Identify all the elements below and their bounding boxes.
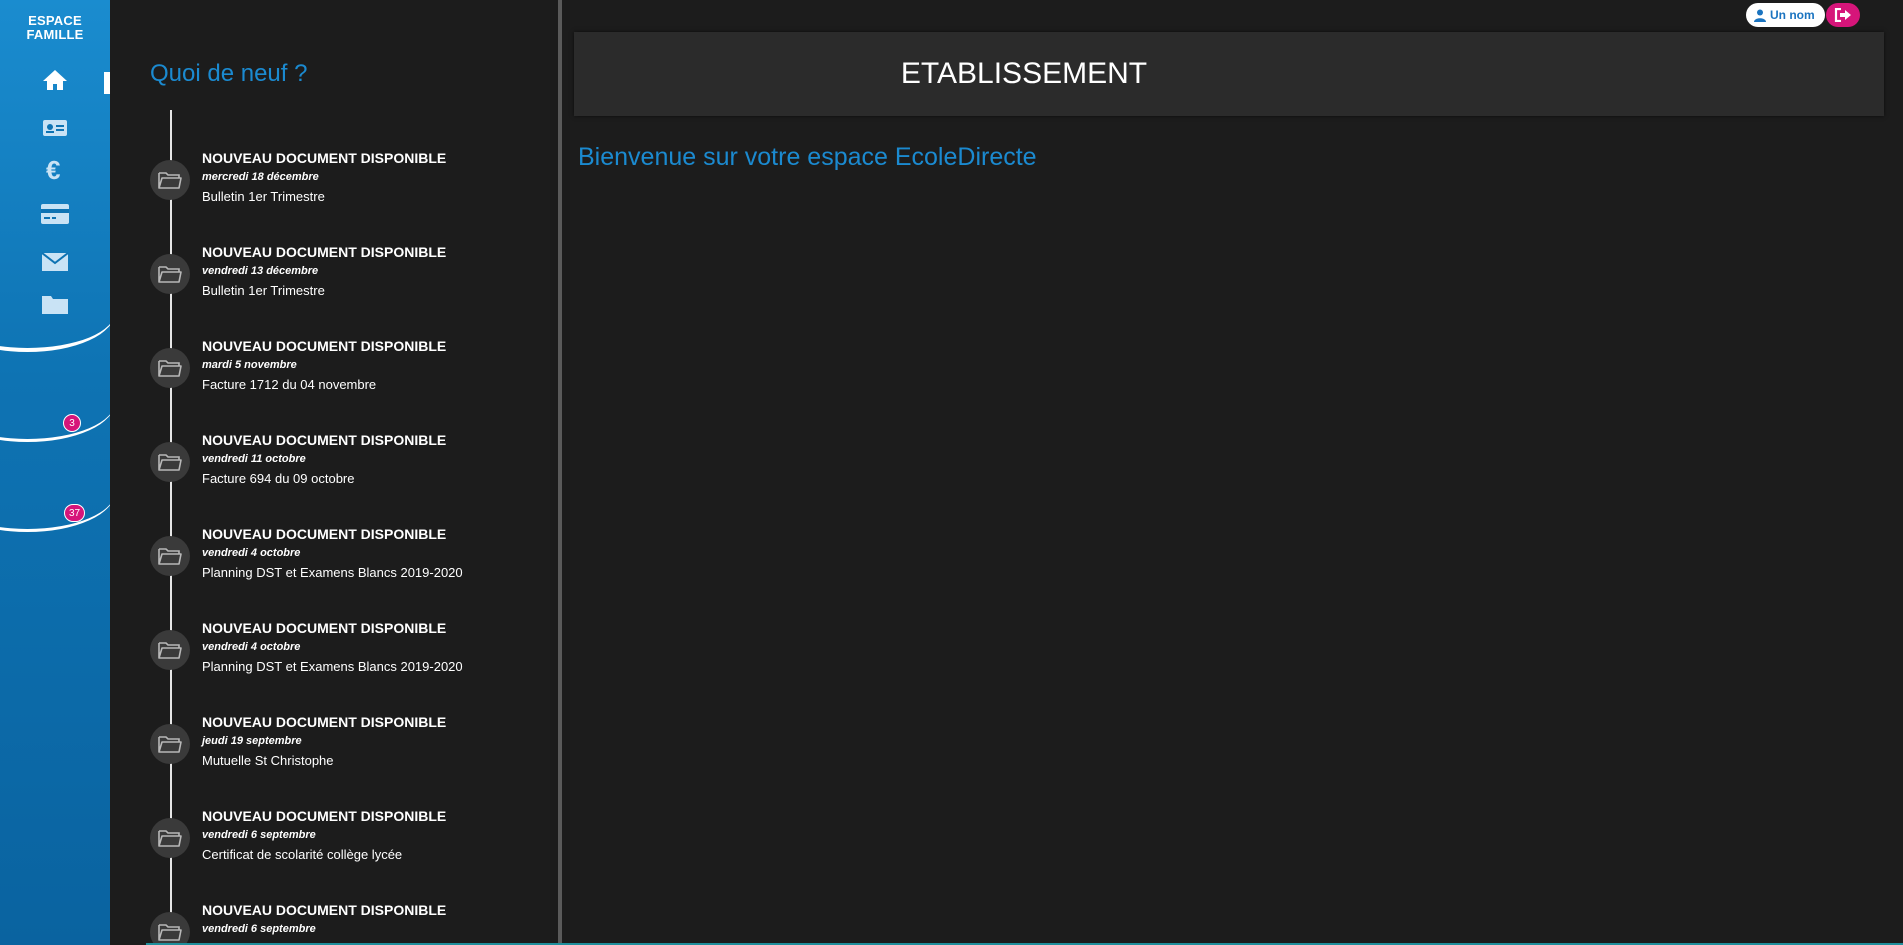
news-item-title: NOUVEAU DOCUMENT DISPONIBLE: [202, 620, 447, 636]
folder-open-icon: [158, 924, 182, 941]
news-panel: Quoi de neuf ? NOUVEAU DOCUMENT DISPONIB…: [110, 0, 560, 945]
news-item-date: mardi 5 novembre: [202, 359, 297, 371]
news-item-title: NOUVEAU DOCUMENT DISPONIBLE: [202, 244, 447, 260]
user-name: Un nom: [1770, 8, 1815, 22]
sidebar-wave-divider: [0, 362, 110, 442]
news-item-title: NOUVEAU DOCUMENT DISPONIBLE: [202, 526, 447, 542]
logout-icon: [1834, 8, 1851, 22]
home-icon: [43, 70, 67, 90]
brand-logo[interactable]: ESPACE FAMILLE: [0, 14, 110, 42]
news-item[interactable]: NOUVEAU DOCUMENT DISPONIBLE vendredi 6 se…: [150, 902, 550, 945]
news-item[interactable]: NOUVEAU DOCUMENT DISPONIBLE vendredi 11 o…: [150, 432, 550, 512]
news-item[interactable]: NOUVEAU DOCUMENT DISPONIBLE vendredi 13 d…: [150, 244, 550, 324]
news-title: Quoi de neuf ?: [150, 60, 308, 87]
news-item-description[interactable]: Bulletin 1er Trimestre: [202, 283, 325, 298]
news-item[interactable]: NOUVEAU DOCUMENT DISPONIBLE mercredi 18 d…: [150, 150, 550, 230]
card-icon: [41, 204, 69, 224]
sidebar-item-finance[interactable]: €: [0, 152, 110, 188]
id-card-icon: [43, 120, 67, 136]
folder-open-icon: [158, 454, 182, 471]
news-item-description[interactable]: Planning DST et Examens Blancs 2019-2020: [202, 659, 463, 674]
document-bullet: [150, 536, 190, 576]
sidebar-wave-divider: [0, 272, 110, 352]
news-item[interactable]: NOUVEAU DOCUMENT DISPONIBLE mardi 5 novem…: [150, 338, 550, 418]
sidebar-item-payment[interactable]: [0, 196, 110, 232]
news-item[interactable]: NOUVEAU DOCUMENT DISPONIBLE jeudi 19 sept…: [150, 714, 550, 794]
euro-icon: €: [46, 157, 60, 183]
news-item-date: vendredi 4 octobre: [202, 641, 301, 653]
sidebar-item-home[interactable]: [0, 62, 110, 98]
folder-open-icon: [158, 266, 182, 283]
news-item-title: NOUVEAU DOCUMENT DISPONIBLE: [202, 808, 447, 824]
folder-open-icon: [158, 172, 182, 189]
news-item[interactable]: NOUVEAU DOCUMENT DISPONIBLE vendredi 4 oc…: [150, 526, 550, 606]
news-item-description[interactable]: Planning DST et Examens Blancs 2019-2020: [202, 565, 463, 580]
document-bullet: [150, 442, 190, 482]
news-item-title: NOUVEAU DOCUMENT DISPONIBLE: [202, 432, 447, 448]
news-item-date: vendredi 13 décembre: [202, 265, 319, 277]
app-root: ESPACE FAMILLE € 3 37 Quoi de neuf ? NOU…: [0, 0, 1903, 945]
news-item-date: mercredi 18 décembre: [202, 171, 319, 183]
news-item[interactable]: NOUVEAU DOCUMENT DISPONIBLE vendredi 6 se…: [150, 808, 550, 888]
news-item-description[interactable]: Facture 694 du 09 octobre: [202, 471, 355, 486]
news-item-date: vendredi 6 septembre: [202, 829, 316, 841]
main-content: ETABLISSEMENT Bienvenue sur votre espace…: [562, 0, 1903, 945]
brand-line-2: FAMILLE: [26, 27, 84, 42]
sidebar-wave-divider: [0, 452, 110, 532]
main-sidebar: ESPACE FAMILLE € 3 37: [0, 0, 110, 945]
svg-text:€: €: [46, 157, 60, 183]
news-item-title: NOUVEAU DOCUMENT DISPONIBLE: [202, 338, 447, 354]
brand-line-1: ESPACE: [28, 13, 82, 28]
documents-count-badge[interactable]: 37: [64, 504, 86, 522]
envelope-icon: [41, 252, 69, 271]
news-item-title: NOUVEAU DOCUMENT DISPONIBLE: [202, 902, 447, 918]
user-icon: [1754, 9, 1766, 22]
document-bullet: [150, 348, 190, 388]
news-item[interactable]: NOUVEAU DOCUMENT DISPONIBLE vendredi 4 oc…: [150, 620, 550, 700]
document-bullet: [150, 160, 190, 200]
folder-open-icon: [158, 736, 182, 753]
news-item-title: NOUVEAU DOCUMENT DISPONIBLE: [202, 150, 447, 166]
document-bullet: [150, 254, 190, 294]
sidebar-item-profile[interactable]: [0, 110, 110, 146]
news-item-date: vendredi 11 octobre: [202, 453, 306, 465]
folder-open-icon: [158, 642, 182, 659]
news-item-description[interactable]: Certificat de scolarité collège lycée: [202, 847, 402, 862]
etablissement-title: ETABLISSEMENT: [900, 57, 1148, 90]
folder-open-icon: [158, 360, 182, 377]
welcome-heading: Bienvenue sur votre espace EcoleDirecte: [578, 143, 1037, 171]
document-bullet: [150, 724, 190, 764]
folder-open-icon: [158, 830, 182, 847]
news-item-description[interactable]: Mutuelle St Christophe: [202, 753, 334, 768]
messages-count-badge[interactable]: 3: [63, 414, 81, 432]
news-item-date: jeudi 19 septembre: [202, 735, 302, 747]
folder-open-icon: [158, 548, 182, 565]
etablissement-banner: ETABLISSEMENT: [574, 32, 1884, 116]
user-account-button[interactable]: Un nom: [1746, 3, 1825, 27]
document-bullet: [150, 630, 190, 670]
news-item-title: NOUVEAU DOCUMENT DISPONIBLE: [202, 714, 447, 730]
logout-button[interactable]: [1826, 3, 1860, 27]
document-bullet: [150, 818, 190, 858]
document-bullet: [150, 912, 190, 945]
news-item-description[interactable]: Bulletin 1er Trimestre: [202, 189, 325, 204]
news-item-date: vendredi 6 septembre: [202, 923, 316, 935]
news-item-date: vendredi 4 octobre: [202, 547, 301, 559]
news-item-description[interactable]: Facture 1712 du 04 novembre: [202, 377, 376, 392]
